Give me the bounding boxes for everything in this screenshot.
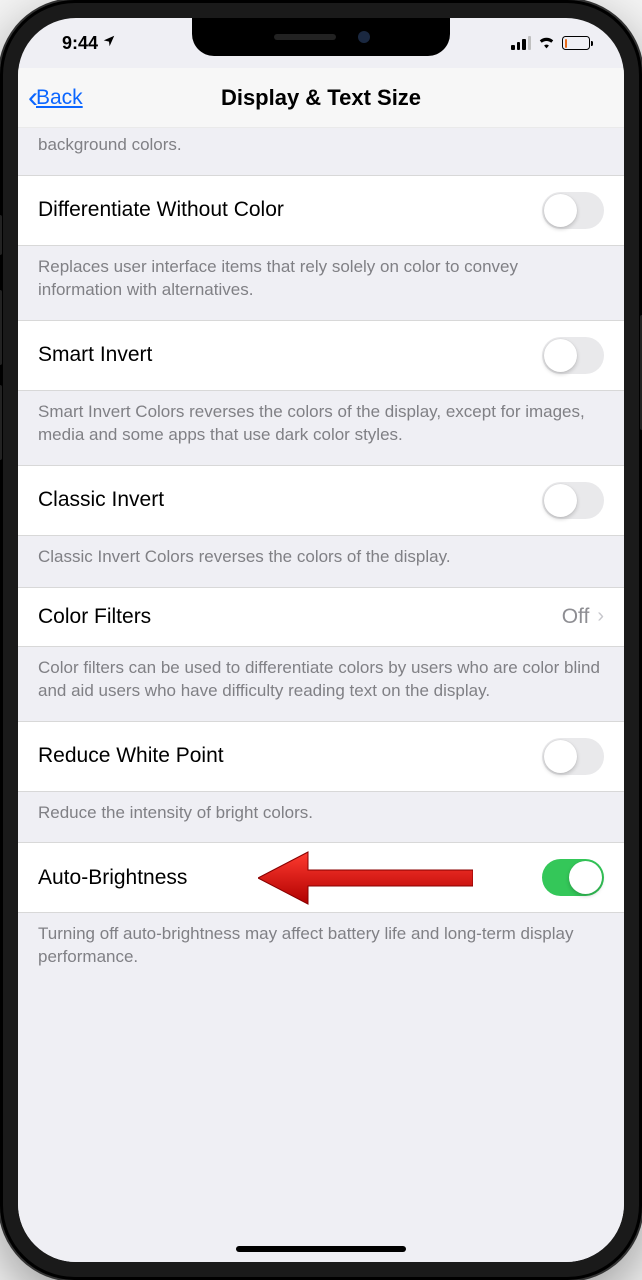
differentiate-footer: Replaces user interface items that rely … [18,246,624,320]
color-filters-footer: Color filters can be used to differentia… [18,647,624,721]
differentiate-without-color-row[interactable]: Differentiate Without Color [18,175,624,246]
row-label: Auto-Brightness [38,866,187,890]
location-icon [102,34,116,52]
smart-invert-row[interactable]: Smart Invert [18,320,624,391]
row-label: Color Filters [38,605,151,629]
volume-up-button [0,290,2,365]
color-filters-value: Off [562,605,590,629]
page-title: Display & Text Size [221,85,421,111]
row-label: Reduce White Point [38,744,224,768]
smart-invert-toggle[interactable] [542,337,604,374]
row-label: Smart Invert [38,343,152,367]
status-time: 9:44 [62,33,98,54]
differentiate-without-color-toggle[interactable] [542,192,604,229]
back-button[interactable]: ‹ Back [28,83,83,113]
color-filters-row[interactable]: Color Filters Off › [18,587,624,647]
auto-brightness-footer: Turning off auto-brightness may affect b… [18,913,624,987]
reduce-white-point-toggle[interactable] [542,738,604,775]
classic-invert-row[interactable]: Classic Invert [18,465,624,536]
partial-footer-text: background colors. [18,128,624,175]
classic-invert-toggle[interactable] [542,482,604,519]
notch [192,18,450,56]
settings-content[interactable]: background colors. Differentiate Without… [18,128,624,1262]
reduce-white-point-footer: Reduce the intensity of bright colors. [18,792,624,843]
phone-frame: 9:44 ‹ Back Disp [0,0,642,1280]
wifi-icon [537,33,556,54]
auto-brightness-row[interactable]: Auto-Brightness [18,842,624,913]
back-label: Back [36,86,83,110]
row-label: Classic Invert [38,488,164,512]
auto-brightness-toggle[interactable] [542,859,604,896]
chevron-right-icon: › [597,605,604,628]
classic-invert-footer: Classic Invert Colors reverses the color… [18,536,624,587]
volume-down-button [0,385,2,460]
screen: 9:44 ‹ Back Disp [18,18,624,1262]
red-arrow-annotation-icon [258,848,473,908]
mute-switch [0,215,2,255]
smart-invert-footer: Smart Invert Colors reverses the colors … [18,391,624,465]
battery-icon [562,36,590,50]
reduce-white-point-row[interactable]: Reduce White Point [18,721,624,792]
row-label: Differentiate Without Color [38,198,284,222]
cellular-signal-icon [511,36,531,50]
nav-bar: ‹ Back Display & Text Size [18,68,624,128]
home-indicator[interactable] [236,1246,406,1252]
